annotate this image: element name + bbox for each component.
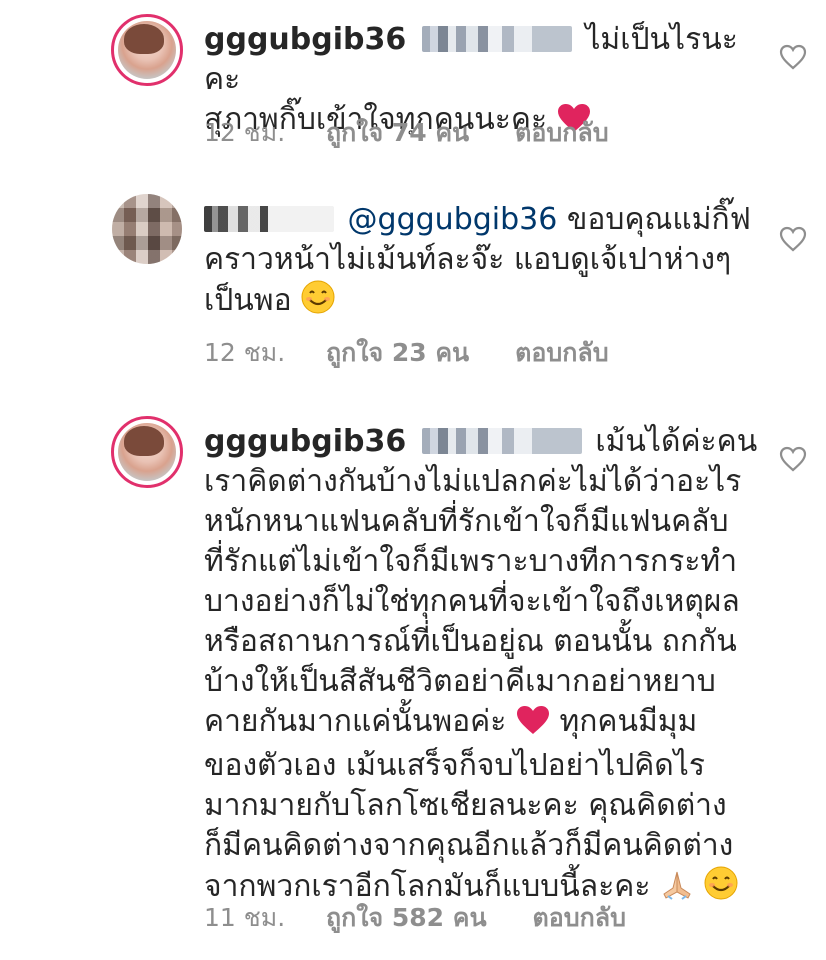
comment-likes[interactable]: ถูกใจ 582 คน — [326, 898, 487, 938]
comment-likes[interactable]: ถูกใจ 74 คน — [326, 113, 469, 153]
comment-line: ทุกคนมีมุม — [559, 704, 698, 739]
comment-meta: 11 ชม. ถูกใจ 582 คน ตอบกลับ — [204, 898, 626, 938]
reply-button[interactable]: ตอบกลับ — [515, 113, 608, 153]
comment-time: 12 ชม. — [204, 338, 286, 367]
comment-likes[interactable]: ถูกใจ 23 คน — [326, 333, 469, 373]
comment-username[interactable]: gggubgib36 — [204, 22, 406, 57]
censored-mention — [421, 26, 572, 52]
comment-line: บ้างให้เป็นสีสันชีวิตอย่าคีเมากอย่าหยาบ — [204, 664, 716, 699]
like-heart-icon[interactable] — [779, 226, 807, 252]
comment-text: @gggubgib36 ขอบคุณแม่กิ๊ฟ คราวหน้าไม่เม้… — [204, 200, 764, 325]
red-heart-emoji — [516, 705, 550, 746]
like-heart-icon[interactable] — [779, 446, 807, 472]
censored-username — [204, 206, 334, 232]
comment-line: ของตัวเอง เม้นเสร็จก็จบไปอย่าไปคิดไร — [204, 748, 705, 783]
comment-line: ก็มีคนคิดต่างจากคุณอีกแล้วก็มีคนคิดต่าง — [204, 828, 734, 863]
folded-hands-emoji — [660, 868, 694, 911]
comment-line: บางอย่างก็ไม่ใช่ทุกคนที่จะเข้าใจถึงเหตุผ… — [204, 584, 740, 619]
comment-meta: 12 ชม. ถูกใจ 23 คน ตอบกลับ — [204, 333, 609, 373]
comment-line: คราวหน้าไม่เม้นท์ละจ๊ะ แอบดูเจ้เปาห่างๆ — [204, 242, 732, 277]
comment-time: 12 ชม. — [204, 118, 286, 147]
reply-button[interactable]: ตอบกลับ — [533, 898, 626, 938]
avatar-photo — [118, 423, 176, 481]
mention-link[interactable]: @gggubgib36 — [348, 202, 558, 237]
comment-meta: 12 ชม. ถูกใจ 74 คน ตอบกลับ — [204, 113, 609, 153]
avatar[interactable] — [112, 194, 182, 264]
comment-line: คายกันมากแค่นั้นพอค่ะ — [204, 704, 507, 739]
avatar-photo — [118, 21, 176, 79]
avatar[interactable] — [111, 416, 183, 488]
comment-line: ขอบคุณแม่กิ๊ฟ — [566, 202, 751, 237]
smiling-face-emoji — [704, 866, 738, 911]
like-heart-icon[interactable] — [779, 44, 807, 70]
comment-line: เป็นพอ — [204, 283, 292, 318]
comment-line: หนักหนาแฟนคลับที่รักเข้าใจก็มีแฟนคลับ — [204, 504, 729, 539]
comment-line: เราคิดต่างกันบ้างไม่แปลกค่ะไม่ได้ว่าอะไร — [204, 464, 742, 499]
censored-mention — [421, 428, 582, 454]
comment-time: 11 ชม. — [204, 903, 286, 932]
comment-line: หรือสถานการณ์ที่เป็นอยู่ณ ตอนนั้น ถกกัน — [204, 624, 737, 659]
smiling-face-emoji — [301, 280, 335, 325]
comment-line: ที่รักแต่ไม่เข้าใจก็มีเพราะบางทีการกระทำ — [204, 544, 738, 579]
comment-text: gggubgib36 เม้นได้ค่ะคน เราคิดต่างกันบ้า… — [204, 422, 774, 911]
comment-line: มากมายกับโลกโซเชียลนะคะ คุณคิดต่าง — [204, 788, 727, 823]
comment-line: เม้นได้ค่ะคน — [595, 424, 758, 459]
comment-username[interactable]: gggubgib36 — [204, 424, 406, 459]
avatar[interactable] — [111, 14, 183, 86]
reply-button[interactable]: ตอบกลับ — [515, 333, 608, 373]
